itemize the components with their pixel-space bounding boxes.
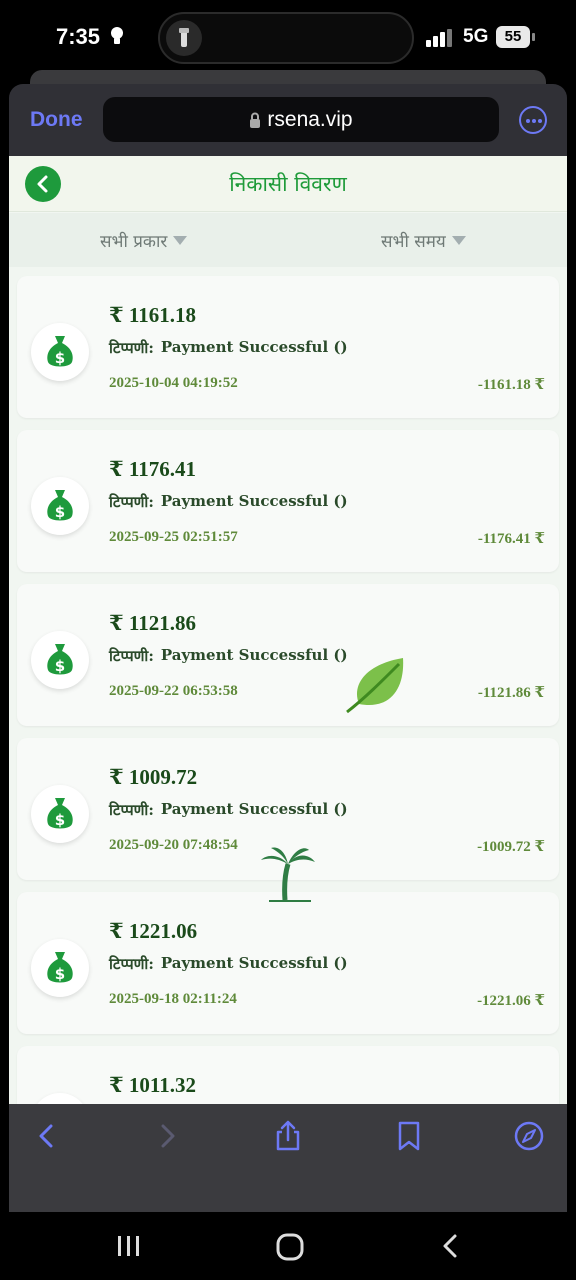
transaction-note: टिप्पणी: Payment Successful () xyxy=(109,646,348,666)
network-type: 5G xyxy=(463,26,489,47)
leaf-icon xyxy=(346,658,404,714)
money-bag-icon: $ xyxy=(31,1093,89,1104)
transaction-delta: -1161.18 ₹ xyxy=(477,377,545,393)
svg-text:$: $ xyxy=(55,657,65,675)
lightbulb-icon xyxy=(111,27,123,44)
type-filter-label: सभी प्रकार xyxy=(100,232,168,252)
url-text: rsena.vip xyxy=(267,107,353,131)
dropdown-arrow-icon xyxy=(451,236,466,245)
svg-text:$: $ xyxy=(55,503,65,521)
money-bag-icon: $ xyxy=(31,785,89,843)
forward-arrow-icon[interactable] xyxy=(151,1120,183,1152)
note-label: टिप्पणी: xyxy=(109,647,154,665)
money-bag-icon: $ xyxy=(31,323,89,381)
svg-text:$: $ xyxy=(55,965,65,983)
transaction-card[interactable]: $ ₹ 1176.41 टिप्पणी: Payment Successful … xyxy=(17,430,559,572)
home-button-icon[interactable] xyxy=(275,1232,305,1262)
transaction-date: 2025-10-04 04:19:52 xyxy=(109,375,238,391)
system-nav-bar xyxy=(0,1212,576,1280)
transaction-note: टिप्पणी: Payment Successful () xyxy=(109,954,348,974)
transaction-amount: ₹ 1009.72 xyxy=(109,765,198,789)
status-bar: 7:35 5G 55 xyxy=(0,0,576,78)
lock-icon xyxy=(250,112,261,128)
note-text: Payment Successful () xyxy=(160,646,348,664)
recent-apps-icon[interactable] xyxy=(116,1232,142,1260)
transaction-delta: -1009.72 ₹ xyxy=(477,839,545,855)
done-button[interactable]: Done xyxy=(30,108,83,132)
note-label: टिप्पणी: xyxy=(109,493,154,511)
money-bag-icon: $ xyxy=(31,477,89,535)
transaction-delta: -1121.86 ₹ xyxy=(477,685,545,701)
back-arrow-icon[interactable] xyxy=(31,1120,63,1152)
browser-toolbar xyxy=(9,1104,567,1212)
page-title: निकासी विवरण xyxy=(229,172,347,196)
compass-icon[interactable] xyxy=(513,1120,545,1152)
signal-icon xyxy=(426,29,452,47)
transaction-delta: -1176.41 ₹ xyxy=(477,531,545,547)
transaction-amount: ₹ 1221.06 xyxy=(109,919,198,943)
transaction-amount: ₹ 1121.86 xyxy=(109,611,196,635)
back-nav-icon[interactable] xyxy=(440,1232,462,1260)
money-bag-icon: $ xyxy=(31,631,89,689)
transaction-note: टिप्पणी: Payment Successful () xyxy=(109,800,348,820)
transaction-date: 2025-09-25 02:51:57 xyxy=(109,529,238,545)
share-icon[interactable] xyxy=(272,1120,304,1152)
svg-text:$: $ xyxy=(55,349,65,367)
money-bag-icon: $ xyxy=(31,939,89,997)
time-filter[interactable]: सभी समय xyxy=(381,229,466,252)
status-time: 7:35 xyxy=(56,24,101,49)
transaction-amount: ₹ 1176.41 xyxy=(109,457,196,481)
page-header: निकासी विवरण xyxy=(9,156,567,212)
more-options-icon[interactable] xyxy=(519,106,547,134)
dropdown-arrow-icon xyxy=(173,236,188,245)
battery-icon: 55 xyxy=(496,26,535,48)
transaction-date: 2025-09-22 06:53:58 xyxy=(109,683,238,699)
flashlight-icon xyxy=(166,20,202,56)
transaction-card[interactable]: $ ₹ 1011.32 xyxy=(17,1046,559,1104)
note-text: Payment Successful () xyxy=(160,338,348,356)
filter-bar: सभी प्रकार सभी समय xyxy=(9,213,567,267)
url-bar[interactable]: rsena.vip xyxy=(103,97,499,142)
note-text: Payment Successful () xyxy=(160,954,348,972)
web-page: निकासी विवरण सभी प्रकार सभी समय $ ₹ 1161… xyxy=(9,156,567,1104)
time-filter-label: सभी समय xyxy=(381,232,446,252)
svg-text:$: $ xyxy=(55,811,65,829)
transaction-note: टिप्पणी: Payment Successful () xyxy=(109,338,348,358)
transaction-date: 2025-09-18 02:11:24 xyxy=(109,991,237,1007)
note-label: टिप्पणी: xyxy=(109,801,154,819)
bookmarks-icon[interactable] xyxy=(393,1120,425,1152)
note-label: टिप्पणी: xyxy=(109,339,154,357)
transaction-note: टिप्पणी: Payment Successful () xyxy=(109,492,348,512)
transaction-date: 2025-09-20 07:48:54 xyxy=(109,837,238,853)
transaction-card[interactable]: $ ₹ 1121.86 टिप्पणी: Payment Successful … xyxy=(17,584,559,726)
transaction-amount: ₹ 1161.18 xyxy=(109,303,196,327)
dynamic-island xyxy=(158,12,414,64)
transaction-amount: ₹ 1011.32 xyxy=(109,1073,196,1097)
note-label: टिप्पणी: xyxy=(109,955,154,973)
type-filter[interactable]: सभी प्रकार xyxy=(100,229,188,252)
transaction-delta: -1221.06 ₹ xyxy=(477,993,545,1009)
note-text: Payment Successful () xyxy=(160,800,348,818)
note-text: Payment Successful () xyxy=(160,492,348,510)
browser-top-bar: Done rsena.vip xyxy=(9,84,567,156)
palm-tree-icon xyxy=(261,847,315,902)
transaction-card[interactable]: $ ₹ 1221.06 टिप्पणी: Payment Successful … xyxy=(17,892,559,1034)
transaction-card[interactable]: $ ₹ 1161.18 टिप्पणी: Payment Successful … xyxy=(17,276,559,418)
